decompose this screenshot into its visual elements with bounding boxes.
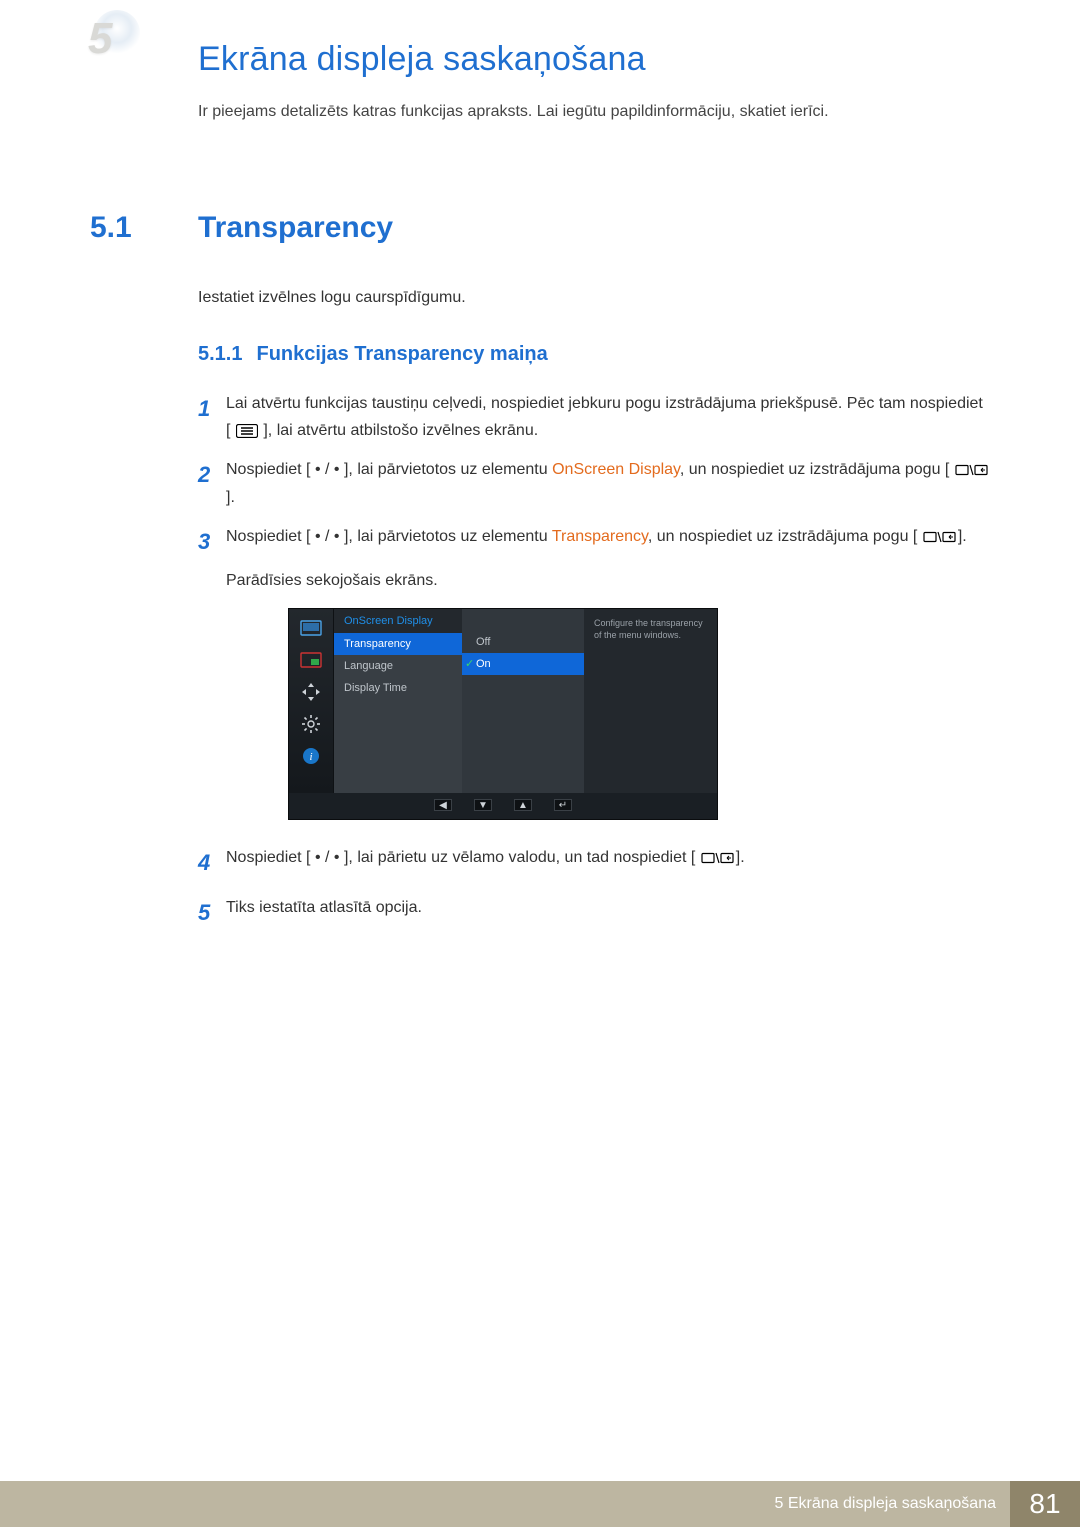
menu-icon <box>235 424 259 438</box>
step-text: Nospiediet [ • / • ], lai pārietu uz vēl… <box>226 844 990 881</box>
step-3: 3 Nospiediet [ • / • ], lai pārvietotos … <box>198 523 990 560</box>
step-text: Lai atvērtu funkcijas taustiņu ceļvedi, … <box>226 390 990 444</box>
chapter-intro: Ir pieejams detalizēts katras funkcijas … <box>198 103 990 121</box>
step-text: Tiks iestatīta atlasītā opcija. <box>226 894 990 931</box>
osd-icon-onscreen <box>298 649 324 671</box>
step-note: Parādīsies sekojošais ekrāns. <box>226 572 990 590</box>
step-2: 2 Nospiediet [ • / • ], lai pārvietotos … <box>198 456 990 510</box>
highlight-onscreen-display: OnScreen Display <box>552 461 680 478</box>
osd-menu-column: OnScreen Display Transparency Language D… <box>334 609 462 793</box>
osd-menu-item: Transparency <box>334 633 462 655</box>
osd-help-text: Configure the transparency of the menu w… <box>594 617 707 641</box>
highlight-transparency: Transparency <box>552 528 648 545</box>
step-number: 1 <box>198 390 226 444</box>
subsection-title: Funkcijas Transparency maiņa <box>256 343 547 366</box>
step-number: 3 <box>198 523 226 560</box>
footer-chapter-label: 5 Ekrāna displeja saskaņošana <box>761 1481 1010 1527</box>
footer-page-number: 81 <box>1010 1481 1080 1527</box>
chapter-number-graphic: 5 <box>88 10 148 60</box>
chapter-title: Ekrāna displeja saskaņošana <box>198 40 990 79</box>
step-text: Nospiediet [ • / • ], lai pārvietotos uz… <box>226 523 990 560</box>
osd-sidebar: i <box>289 609 333 793</box>
step-number: 2 <box>198 456 226 510</box>
svg-text:i: i <box>309 751 312 763</box>
osd-screenshot: i OnScreen Display Transparency Language… <box>288 608 718 820</box>
osd-nav-left-icon: ◀ <box>434 799 452 811</box>
osd-icon-picture <box>298 617 324 639</box>
osd-nav-hints: ◀ ▼ ▲ ↵ <box>289 793 717 811</box>
osd-menu-item: Display Time <box>334 677 462 699</box>
step-text: Nospiediet [ • / • ], lai pārvietotos uz… <box>226 456 990 510</box>
osd-options-column: Off On <box>462 609 584 793</box>
osd-option-selected: On <box>462 653 584 675</box>
osd-help-column: Configure the transparency of the menu w… <box>584 609 717 793</box>
osd-icon-info: i <box>298 745 324 767</box>
step-number: 4 <box>198 844 226 881</box>
osd-nav-down-icon: ▼ <box>474 799 492 811</box>
enter-source-icon <box>922 530 958 544</box>
osd-menu-item: Language <box>334 655 462 677</box>
section-number: 5.1 <box>90 211 198 245</box>
step-list: 1 Lai atvērtu funkcijas taustiņu ceļvedi… <box>198 390 990 931</box>
step-number: 5 <box>198 894 226 931</box>
osd-icon-settings <box>298 713 324 735</box>
osd-option: Off <box>462 631 584 653</box>
step-4: 4 Nospiediet [ • / • ], lai pārietu uz v… <box>198 844 990 881</box>
enter-source-icon <box>954 463 990 477</box>
osd-header: OnScreen Display <box>334 609 462 633</box>
subsection-number: 5.1.1 <box>198 343 242 366</box>
section-title: Transparency <box>198 211 393 245</box>
section-intro: Iestatiet izvēlnes logu caurspīdīgumu. <box>198 289 990 307</box>
enter-source-icon <box>700 851 736 865</box>
osd-nav-up-icon: ▲ <box>514 799 532 811</box>
osd-icon-move <box>298 681 324 703</box>
osd-nav-enter-icon: ↵ <box>554 799 572 811</box>
step-5: 5 Tiks iestatīta atlasītā opcija. <box>198 894 990 931</box>
step-1: 1 Lai atvērtu funkcijas taustiņu ceļvedi… <box>198 390 990 444</box>
page-footer: 5 Ekrāna displeja saskaņošana 81 <box>0 1481 1080 1527</box>
